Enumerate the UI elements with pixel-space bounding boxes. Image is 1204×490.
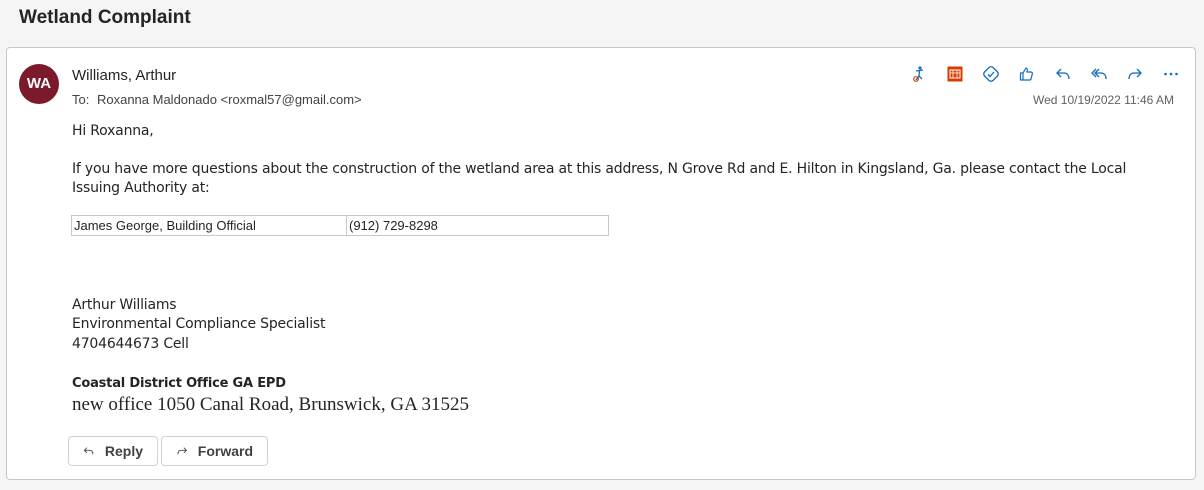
signature-address: new office 1050 Canal Road, Brunswick, G… [72, 394, 470, 415]
more-icon[interactable] [1159, 62, 1183, 86]
reply-icon[interactable] [1051, 62, 1075, 86]
message-card: WA Williams, Arthur To: Roxanna Maldonad… [6, 47, 1196, 480]
reply-label: Reply [104, 443, 143, 459]
avatar[interactable]: WA [19, 64, 59, 104]
table-row: James George, Building Official (912) 72… [71, 215, 609, 236]
sender-name[interactable]: Williams, Arthur [72, 67, 176, 84]
signature-phone: 4704644673 Cell [72, 336, 189, 352]
reply-all-icon[interactable] [1087, 62, 1111, 86]
contact-table: James George, Building Official (912) 72… [71, 215, 609, 236]
sent-date: Wed 10/19/2022 11:46 AM [1033, 93, 1174, 107]
signature-name: Arthur Williams [72, 297, 177, 313]
email-subject: Wetland Complaint [19, 7, 191, 28]
forward-label: Forward [197, 443, 253, 459]
message-toolbar [895, 62, 1183, 86]
recipient-line: To: Roxanna Maldonado <roxmal57@gmail.co… [72, 92, 366, 107]
signature-office: Coastal District Office GA EPD [72, 376, 286, 391]
reply-button[interactable]: Reply [68, 436, 158, 466]
subject-bar: Wetland Complaint [0, 0, 1204, 46]
table-cell: (912) 729-8298 [346, 215, 609, 236]
like-icon[interactable] [1015, 62, 1039, 86]
body-paragraph: If you have more questions about the con… [72, 161, 1127, 196]
reply-icon [83, 447, 94, 455]
signature-title: Environmental Compliance Specialist [72, 316, 326, 332]
link-icon[interactable] [979, 62, 1003, 86]
forward-icon[interactable] [1123, 62, 1147, 86]
forward-button[interactable]: Forward [161, 436, 268, 466]
greeting: Hi Roxanna, [72, 123, 154, 139]
recipient[interactable]: Roxanna Maldonado <roxmal57@gmail.com> [97, 92, 362, 107]
table-cell: James George, Building Official [71, 215, 347, 236]
forward-icon [177, 447, 188, 455]
accessibility-icon[interactable] [907, 62, 931, 86]
calendar-icon[interactable] [943, 62, 967, 86]
to-label: To: [72, 92, 90, 107]
